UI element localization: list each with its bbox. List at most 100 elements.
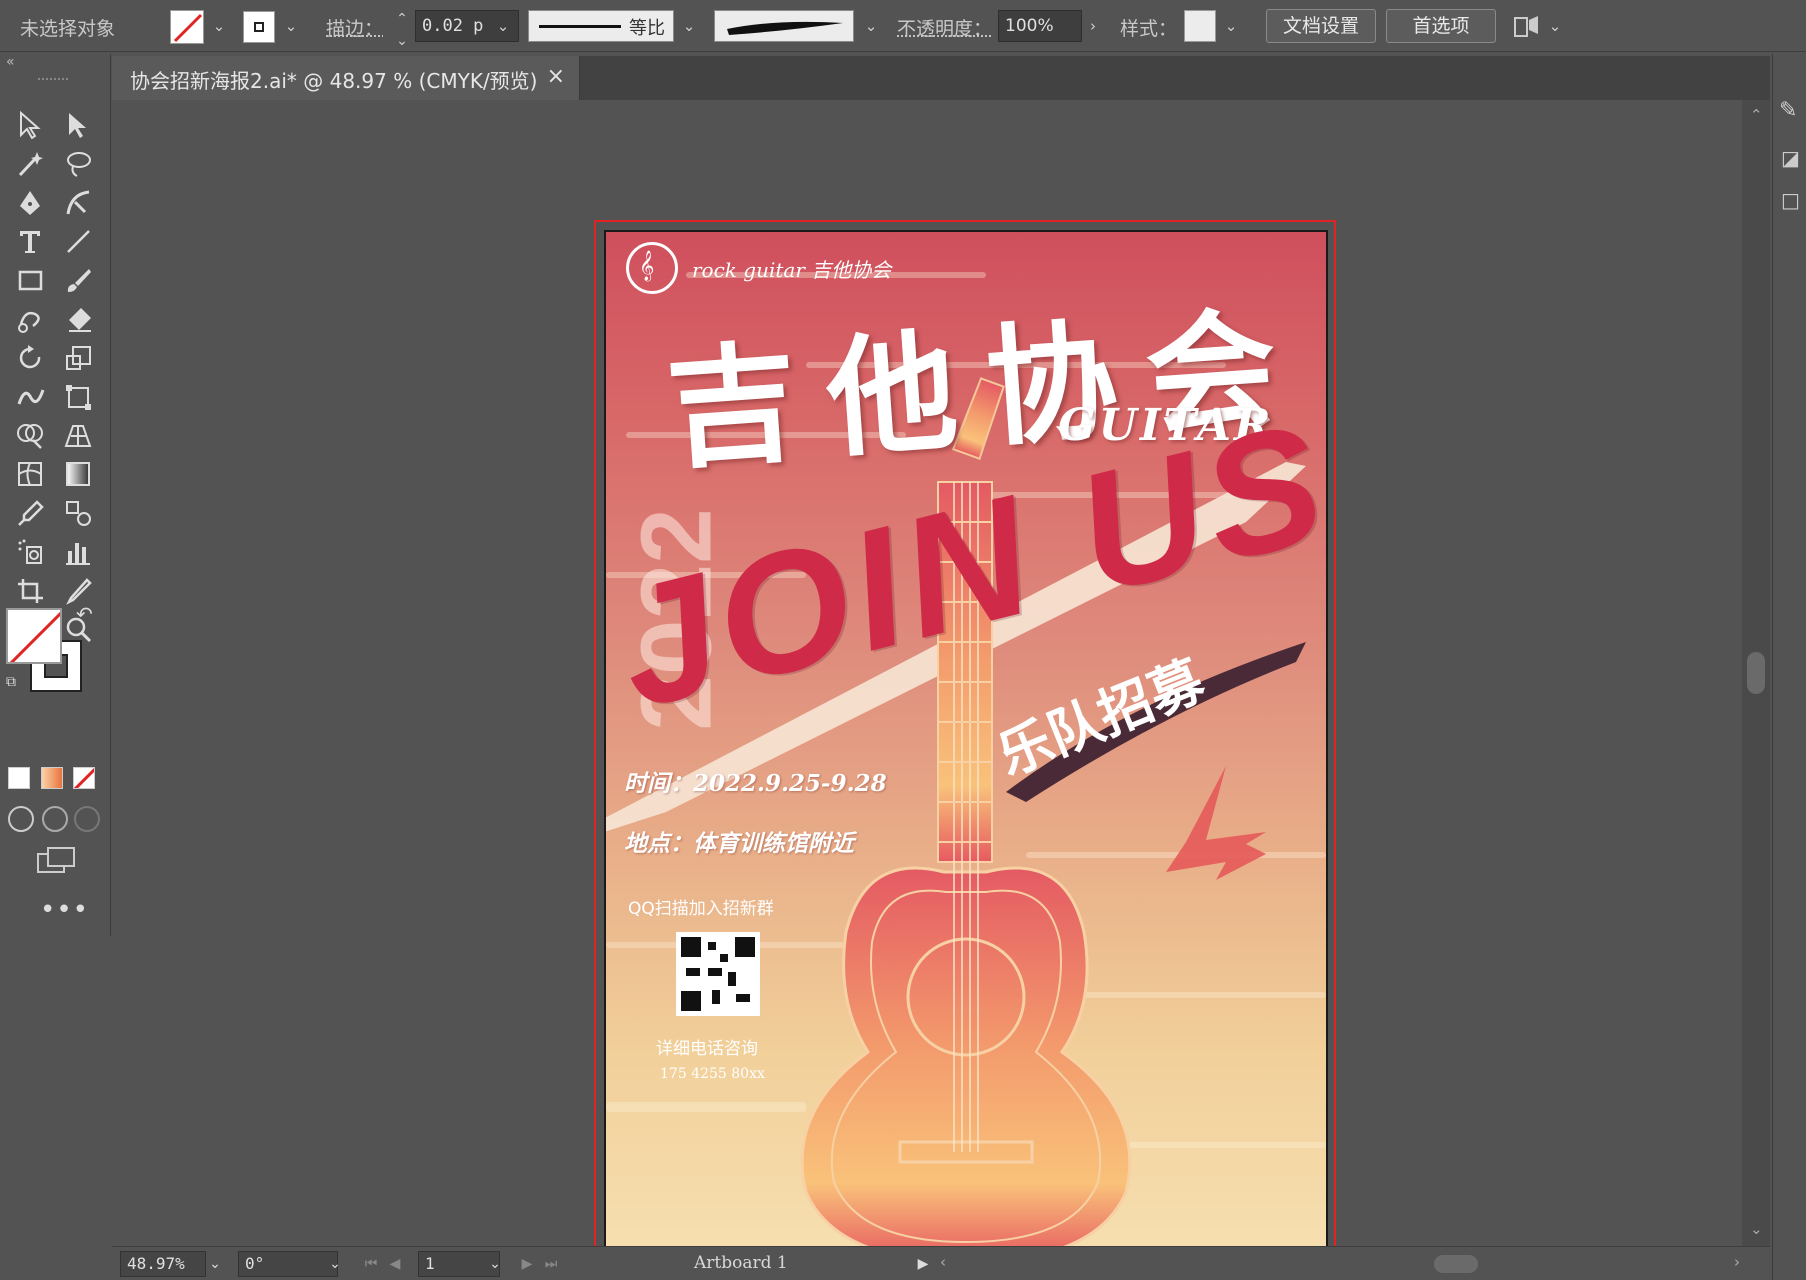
- stroke-weight-dropdown-icon[interactable]: ⌄: [492, 15, 514, 37]
- stroke-dropdown-icon[interactable]: ⌄: [280, 15, 302, 37]
- variable-width-profile[interactable]: 等比: [528, 10, 674, 42]
- column-graph-tool[interactable]: [60, 535, 96, 569]
- lasso-tool[interactable]: [60, 147, 96, 181]
- stroke-label[interactable]: 描边：: [326, 14, 383, 41]
- horizontal-scroll-thumb[interactable]: [1434, 1255, 1478, 1273]
- lasso-icon: [67, 151, 91, 177]
- eraser-tool[interactable]: [60, 302, 96, 336]
- warp-tool[interactable]: [12, 380, 48, 414]
- opacity-label[interactable]: 不透明度：: [897, 14, 992, 41]
- stroke-swatch[interactable]: [243, 11, 275, 43]
- zoom-level-input[interactable]: 48.97%: [120, 1251, 206, 1277]
- free-transform-icon: [66, 384, 91, 410]
- fill-dropdown-icon[interactable]: ⌄: [208, 15, 230, 37]
- last-artboard-icon[interactable]: ⏭: [540, 1251, 562, 1277]
- qr-code[interactable]: [676, 932, 760, 1016]
- scroll-up-icon[interactable]: ⌃: [1750, 106, 1763, 124]
- rectangle-tool[interactable]: [12, 263, 48, 297]
- warp-icon: [17, 389, 45, 405]
- document-tab[interactable]: 协会招新海报2.ai* @ 48.97 % (CMYK/预览) ×: [112, 56, 580, 100]
- first-artboard-icon[interactable]: ⏮: [360, 1251, 382, 1277]
- zoom-dropdown-icon[interactable]: ⌄: [204, 1251, 226, 1277]
- canvas[interactable]: 𝄞 rock guitar 吉他协会 2022 吉他协会 GUITAR JOIN…: [112, 100, 1770, 1262]
- magic-wand-tool[interactable]: [12, 147, 48, 181]
- none-mode-icon[interactable]: [73, 767, 95, 789]
- magic-wand-icon: [18, 151, 43, 176]
- paintbrush-tool[interactable]: [60, 263, 96, 297]
- line-tool[interactable]: [60, 224, 96, 258]
- vertical-scrollbar[interactable]: ⌃ ⌄: [1742, 100, 1770, 1246]
- panel-grip[interactable]: [38, 78, 68, 82]
- curvature-tool[interactable]: [60, 186, 96, 220]
- graphic-style-swatch[interactable]: [1184, 10, 1216, 42]
- qr-label: QQ扫描加入招新群: [628, 899, 774, 919]
- rotate-tool[interactable]: [12, 341, 48, 375]
- artboard-icon: [18, 578, 43, 603]
- fill-swatch[interactable]: [170, 10, 204, 44]
- type-icon: [20, 231, 40, 254]
- draw-behind-icon[interactable]: [42, 806, 68, 832]
- draw-inside-icon[interactable]: [74, 806, 100, 832]
- club-logo-icon: 𝄞: [626, 242, 678, 294]
- collapse-panel-icon[interactable]: «: [6, 54, 15, 70]
- document-setup-button[interactable]: 文档设置: [1266, 9, 1376, 43]
- swap-fill-stroke-icon[interactable]: ↶: [76, 602, 93, 626]
- rotation-dropdown-icon[interactable]: ⌄: [324, 1251, 346, 1277]
- style-label: 样式：: [1120, 18, 1178, 40]
- selection-tool[interactable]: [12, 108, 48, 142]
- scale-tool[interactable]: [60, 341, 96, 375]
- symbol-sprayer-tool[interactable]: [12, 535, 48, 569]
- direct-selection-tool[interactable]: [60, 108, 96, 142]
- opacity-expand-icon[interactable]: ›: [1082, 15, 1104, 37]
- perspective-grid-tool[interactable]: [60, 418, 96, 452]
- brushes-panel-icon[interactable]: ✎: [1779, 98, 1797, 123]
- blend-tool[interactable]: [60, 496, 96, 530]
- scroll-left-icon[interactable]: ‹: [940, 1253, 946, 1271]
- color-mode-icon[interactable]: [8, 767, 30, 789]
- preferences-button[interactable]: 首选项: [1386, 9, 1496, 43]
- mesh-tool[interactable]: [12, 457, 48, 491]
- shaper-tool[interactable]: [12, 302, 48, 336]
- selection-status: 未选择对象: [20, 18, 116, 40]
- free-transform-tool[interactable]: [60, 380, 96, 414]
- rotation-input[interactable]: 0°: [238, 1251, 338, 1277]
- artboard-number-dropdown-icon[interactable]: ⌄: [484, 1251, 506, 1277]
- profile-line-icon: [539, 25, 621, 28]
- eyedropper-tool[interactable]: [12, 496, 48, 530]
- close-tab-icon[interactable]: ×: [547, 64, 565, 89]
- scroll-right-icon[interactable]: ›: [1734, 1253, 1740, 1271]
- symbols-panel-icon[interactable]: ◪: [1781, 146, 1800, 170]
- fill-box[interactable]: [6, 608, 62, 664]
- profile-dropdown-icon[interactable]: ⌄: [678, 15, 700, 37]
- horizontal-scrollbar[interactable]: ‹ ›: [940, 1253, 1752, 1275]
- illustrator-window: 未选择对象 ⌄ ⌄ 描边： ⌃ ⌄ 0.02 p ⌄ 等比 ⌄ ⌄ 不透明度： 1…: [0, 0, 1806, 1280]
- vertical-scroll-thumb[interactable]: [1747, 652, 1765, 694]
- screen-mode-icon[interactable]: [36, 846, 76, 874]
- gradient-mode-icon[interactable]: [41, 767, 63, 789]
- stroke-stepper-icon[interactable]: ⌃ ⌄: [391, 8, 413, 49]
- previous-artboard-icon[interactable]: ◀: [384, 1251, 406, 1277]
- control-bar: 未选择对象 ⌄ ⌄ 描边： ⌃ ⌄ 0.02 p ⌄ 等比 ⌄ ⌄ 不透明度： 1…: [0, 0, 1806, 52]
- paintbrush-icon: [67, 269, 91, 293]
- type-tool[interactable]: [12, 224, 48, 258]
- draw-normal-icon[interactable]: [8, 806, 34, 832]
- shape-builder-tool[interactable]: [12, 418, 48, 452]
- style-dropdown-icon[interactable]: ⌄: [1220, 15, 1242, 37]
- status-menu-icon[interactable]: ▶: [912, 1251, 934, 1277]
- default-fill-stroke-icon[interactable]: ⧉: [6, 674, 16, 690]
- document-tab-bar: 协会招新海报2.ai* @ 48.97 % (CMYK/预览) ×: [112, 56, 1770, 100]
- direct-selection-icon: [69, 113, 86, 138]
- pen-tool[interactable]: [12, 186, 48, 220]
- gradient-tool[interactable]: [60, 457, 96, 491]
- brush-definition[interactable]: [714, 10, 854, 42]
- brush-dropdown-icon[interactable]: ⌄: [860, 15, 882, 37]
- opacity-input[interactable]: 100%: [998, 10, 1082, 42]
- arrange-dropdown-icon[interactable]: ⌄: [1544, 15, 1566, 37]
- artboard-tool[interactable]: [12, 574, 48, 608]
- arrange-documents-icon[interactable]: [1512, 12, 1542, 42]
- poster-artboard[interactable]: 𝄞 rock guitar 吉他协会 2022 吉他协会 GUITAR JOIN…: [604, 230, 1328, 1252]
- edit-toolbar-icon[interactable]: •••: [40, 895, 89, 925]
- graphic-styles-panel-icon[interactable]: □: [1781, 188, 1800, 212]
- next-artboard-icon[interactable]: ▶: [516, 1251, 538, 1277]
- scroll-down-icon[interactable]: ⌄: [1750, 1220, 1763, 1238]
